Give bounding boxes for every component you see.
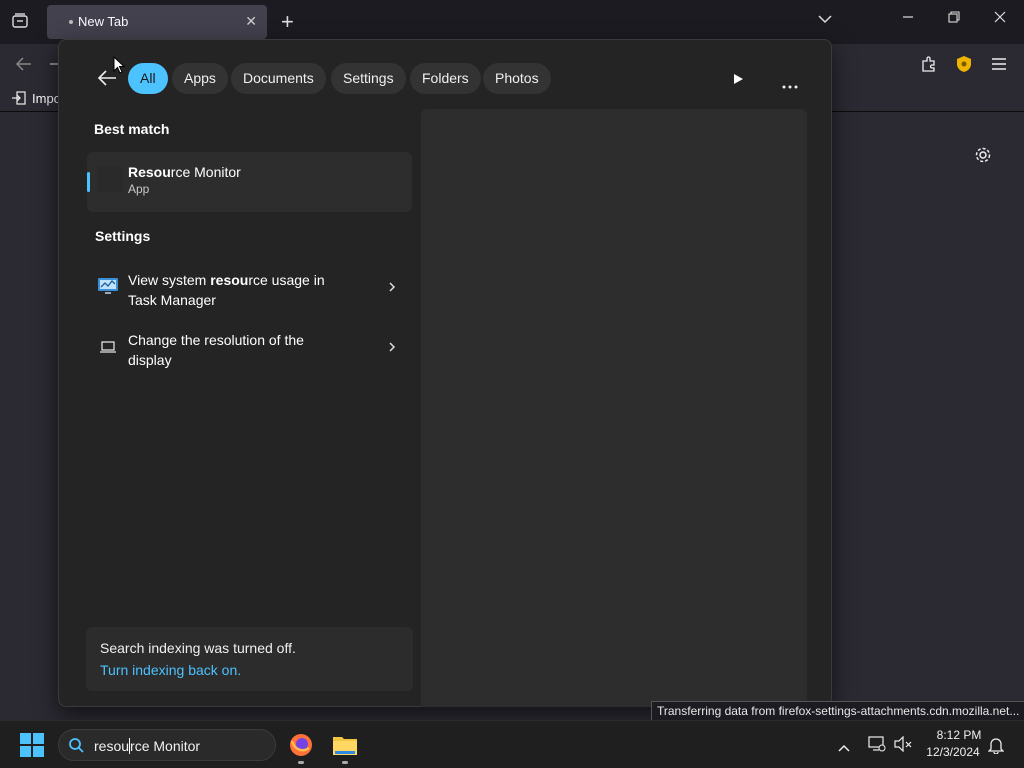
result-preview-pane <box>421 109 807 707</box>
notification-bell-icon[interactable] <box>987 736 1005 759</box>
filter-settings[interactable]: Settings <box>331 63 406 94</box>
close-window-icon[interactable] <box>988 10 1012 27</box>
tab-new-tab[interactable]: New Tab ✕ <box>47 5 267 39</box>
hamburger-menu-icon[interactable] <box>992 57 1006 75</box>
clock-time[interactable]: 8:12 PM <box>924 728 994 742</box>
filter-photos[interactable]: Photos <box>483 63 551 94</box>
settings-heading: Settings <box>95 228 151 244</box>
search-icon <box>68 737 84 758</box>
tab-indicator <box>69 20 73 24</box>
firefox-icon[interactable] <box>288 732 314 763</box>
new-tab-button[interactable]: + <box>281 9 294 35</box>
running-indicator <box>298 761 304 764</box>
more-options-icon[interactable] <box>782 76 798 94</box>
import-bookmarks-icon[interactable] <box>12 91 26 110</box>
best-match-subtitle: App <box>128 182 150 196</box>
list-all-tabs-icon[interactable] <box>813 11 837 28</box>
browser-titlebar: New Tab ✕ + <box>0 0 1024 44</box>
tab-list-icon[interactable] <box>11 12 29 35</box>
chevron-right-icon <box>388 340 396 358</box>
shield-icon[interactable] <box>955 55 973 78</box>
search-query: resource Monitor <box>94 738 201 754</box>
running-indicator <box>342 761 348 764</box>
taskbar: resource Monitor 8:12 PM 12/3/2024 <box>0 720 1024 768</box>
play-icon[interactable] <box>732 72 744 90</box>
task-manager-icon <box>97 276 119 301</box>
mouse-cursor-icon <box>113 55 126 79</box>
back-icon[interactable] <box>15 56 33 77</box>
volume-muted-icon[interactable] <box>894 735 912 757</box>
settings-item-display-resolution[interactable]: Change the resolution of the display <box>87 324 412 380</box>
filter-all[interactable]: All <box>128 63 168 94</box>
clock-date[interactable]: 12/3/2024 <box>918 745 988 759</box>
import-bookmarks-label[interactable]: Impo <box>32 91 61 106</box>
filter-folders[interactable]: Folders <box>410 63 481 94</box>
windows-start-icon[interactable] <box>20 733 44 762</box>
turn-indexing-on-link[interactable]: Turn indexing back on. <box>100 662 241 678</box>
indexing-notice-text: Search indexing was turned off. <box>100 640 296 656</box>
resource-monitor-icon <box>97 166 123 192</box>
status-panel: Transferring data from firefox-settings-… <box>651 701 1024 721</box>
network-icon[interactable] <box>868 736 886 757</box>
tab-close-icon[interactable]: ✕ <box>245 13 257 30</box>
settings-item-task-manager[interactable]: View system resource usage in Task Manag… <box>87 264 412 320</box>
tab-title: New Tab <box>78 14 129 29</box>
minimize-icon[interactable] <box>896 10 920 27</box>
best-match-heading: Best match <box>94 121 170 137</box>
settings-item-label: View system resource usage in Task Manag… <box>128 272 325 308</box>
forward-icon[interactable] <box>50 63 58 65</box>
start-search-panel: All Apps Documents Settings Folders Phot… <box>58 39 832 707</box>
laptop-icon <box>99 340 117 359</box>
indexing-notice: Search indexing was turned off. Turn ind… <box>86 627 413 691</box>
filter-documents[interactable]: Documents <box>231 63 326 94</box>
extensions-icon[interactable] <box>920 55 938 78</box>
chevron-up-icon[interactable] <box>838 739 850 757</box>
file-explorer-icon[interactable] <box>332 733 358 762</box>
best-match-title: Resource Monitor <box>128 164 241 180</box>
chevron-right-icon <box>388 280 396 298</box>
restore-icon[interactable] <box>942 10 966 27</box>
settings-item-label: Change the resolution of the display <box>128 332 304 368</box>
taskbar-search-input[interactable]: resource Monitor <box>58 729 276 761</box>
best-match-result[interactable]: Resource Monitor App <box>87 152 412 212</box>
gear-icon[interactable] <box>974 146 992 169</box>
selection-indicator <box>87 172 90 192</box>
filter-apps[interactable]: Apps <box>172 63 228 94</box>
